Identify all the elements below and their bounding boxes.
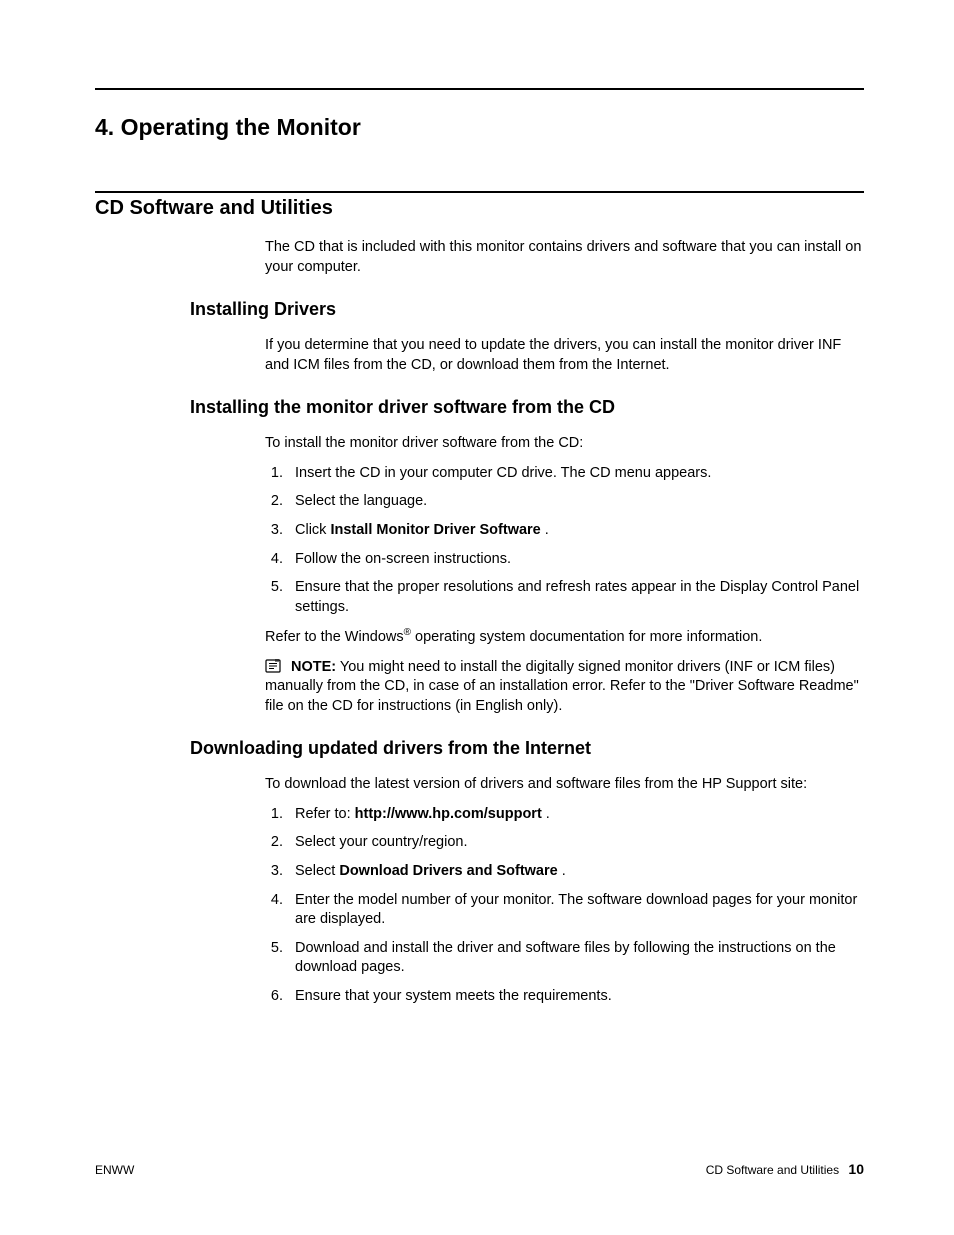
list-item: Enter the model number of your monitor. … [287,891,864,930]
subheading-installing-drivers: Installing Drivers [190,299,864,320]
registered-symbol: ® [404,627,411,638]
install-cd-intro: To install the monitor driver software f… [265,434,864,454]
installing-drivers-text: If you determine that you need to update… [265,336,864,375]
list-item: Refer to: http://www.hp.com/support . [287,805,864,825]
list-item: Follow the on-screen instructions. [287,550,864,570]
download-intro: To download the latest version of driver… [265,775,864,795]
list-item: Ensure that the proper resolutions and r… [287,578,864,617]
top-rule [95,88,864,90]
subheading-download-internet: Downloading updated drivers from the Int… [190,738,864,759]
note-text: You might need to install the digitally … [265,659,859,714]
list-item: Insert the CD in your computer CD drive.… [287,464,864,484]
footer-right: CD Software and Utilities 10 [706,1161,864,1177]
section-intro: The CD that is included with this monito… [265,238,864,277]
section-rule [95,191,864,193]
list-item: Select the language. [287,492,864,512]
note-icon [265,659,281,673]
note-label: NOTE: [291,659,336,675]
list-item: Click Install Monitor Driver Software . [287,521,864,541]
subheading-install-from-cd: Installing the monitor driver software f… [190,397,864,418]
page-number: 10 [848,1161,864,1177]
note-block: NOTE: You might need to install the digi… [265,658,864,717]
list-item: Select Download Drivers and Software . [287,862,864,882]
windows-ref: Refer to the Windows® operating system d… [265,626,864,647]
list-item: Ensure that your system meets the requir… [287,987,864,1007]
list-item: Download and install the driver and soft… [287,939,864,978]
section-title: CD Software and Utilities [95,197,864,220]
chapter-title: 4. Operating the Monitor [95,114,864,141]
install-cd-steps: Insert the CD in your computer CD drive.… [265,464,864,617]
list-item: Select your country/region. [287,833,864,853]
footer-left: ENWW [95,1163,134,1177]
download-steps: Refer to: http://www.hp.com/support . Se… [265,805,864,1007]
page-footer: ENWW CD Software and Utilities 10 [95,1161,864,1177]
